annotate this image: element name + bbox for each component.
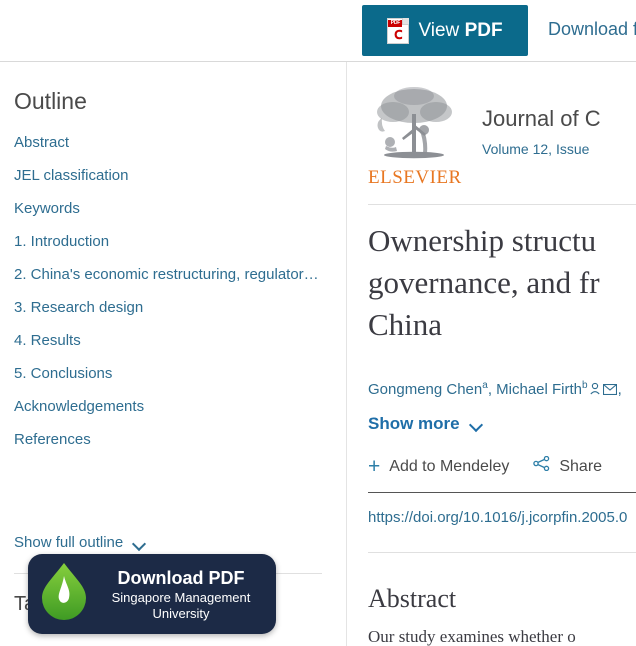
abstract-heading: Abstract	[368, 584, 457, 613]
acrobat-glyph: ⅽ	[394, 25, 403, 43]
author-separator: ,	[487, 381, 497, 398]
outline-heading: Outline	[14, 88, 87, 114]
chevron-down-icon	[133, 539, 146, 547]
view-pdf-button[interactable]: PDF ⅽ View PDF	[362, 5, 528, 56]
journal-header: ELSEVIER Journal of C Volume 12, Issue	[368, 84, 636, 188]
elsevier-wordmark: ELSEVIER	[368, 167, 462, 188]
author-gongmeng-chen[interactable]: Gongmeng Chen	[368, 381, 482, 398]
doi-divider	[368, 552, 636, 553]
elsevier-logo: ELSEVIER	[368, 84, 462, 188]
author-email-icon[interactable]	[602, 381, 617, 401]
plus-icon: +	[368, 454, 381, 478]
sidebar-item-results[interactable]: 4. Results	[14, 332, 334, 365]
sidebar-item-introduction[interactable]: 1. Introduction	[14, 233, 334, 266]
article-action-row: + Add to Mendeley Share	[368, 456, 602, 477]
author-list: Gongmeng Chena, Michael Firthb ,	[368, 376, 636, 401]
article-title: Ownership structu governance, and fr Chi…	[368, 223, 600, 342]
author-trailing-comma: ,	[617, 381, 622, 398]
add-to-mendeley-button[interactable]: + Add to Mendeley	[368, 454, 510, 478]
download-pdf-badge[interactable]: Download PDF Singapore Management Univer…	[28, 554, 276, 634]
top-action-bar: PDF ⅽ View PDF Download f	[0, 0, 636, 62]
show-full-outline-label: Show full outline	[14, 534, 124, 551]
sidebar-item-research-design[interactable]: 3. Research design	[14, 299, 334, 332]
view-pdf-label-plain: View	[418, 20, 465, 41]
action-row-divider	[368, 492, 636, 493]
sidebar-item-keywords[interactable]: Keywords	[14, 200, 334, 233]
download-full-issue-link[interactable]: Download f	[548, 18, 636, 40]
author-michael-firth[interactable]: Michael Firth	[496, 381, 582, 398]
sidebar-item-economic-restructuring[interactable]: 2. China's economic restructuring, regul…	[14, 266, 334, 299]
sidebar-item-conclusions[interactable]: 5. Conclusions	[14, 365, 334, 398]
sidebar-item-acknowledgements[interactable]: Acknowledgements	[14, 398, 334, 431]
download-pdf-badge-text: Download PDF Singapore Management Univer…	[100, 566, 262, 622]
download-pdf-badge-title: Download PDF	[117, 568, 245, 588]
sidebar-item-jel-classification[interactable]: JEL classification	[14, 167, 334, 200]
download-pdf-badge-subtitle: Singapore Management University	[111, 590, 251, 621]
show-more-label: Show more	[368, 414, 460, 433]
journal-meta: Journal of C Volume 12, Issue	[482, 84, 601, 158]
add-to-mendeley-label: Add to Mendeley	[389, 457, 510, 475]
tables-list: Table 1 Table 2 Table 3	[14, 638, 334, 646]
article-content: ELSEVIER Journal of C Volume 12, Issue O…	[348, 62, 636, 646]
doi-link[interactable]: https://doi.org/10.1016/j.jcorpfin.2005.…	[368, 508, 627, 528]
kopernio-droplet-icon	[36, 560, 92, 622]
show-more-authors-button[interactable]: Show more	[368, 414, 483, 434]
share-nodes-icon	[533, 455, 550, 477]
view-pdf-label-bold: PDF	[464, 20, 503, 41]
journal-title: Journal of C	[482, 106, 601, 131]
sidebar-item-abstract[interactable]: Abstract	[14, 134, 334, 167]
journal-volume-link[interactable]: Volume 12, Issue	[482, 140, 601, 158]
abstract-text: Our study examines whether o	[368, 627, 576, 646]
header-divider	[368, 204, 636, 205]
share-button[interactable]: Share	[533, 455, 603, 477]
pdf-file-icon: PDF ⅽ	[387, 17, 410, 44]
view-pdf-label: View PDF	[418, 21, 502, 40]
chevron-down-icon	[470, 420, 483, 428]
share-label: Share	[559, 457, 603, 475]
show-full-outline-button[interactable]: Show full outline	[14, 534, 146, 552]
author-affiliation-b[interactable]: b	[582, 380, 588, 391]
author-profile-icon[interactable]	[589, 381, 601, 401]
sidebar-item-references[interactable]: References	[14, 431, 334, 464]
outline-list: Abstract JEL classification Keywords 1. …	[14, 134, 334, 464]
table-link-1[interactable]: Table 1	[14, 638, 334, 646]
